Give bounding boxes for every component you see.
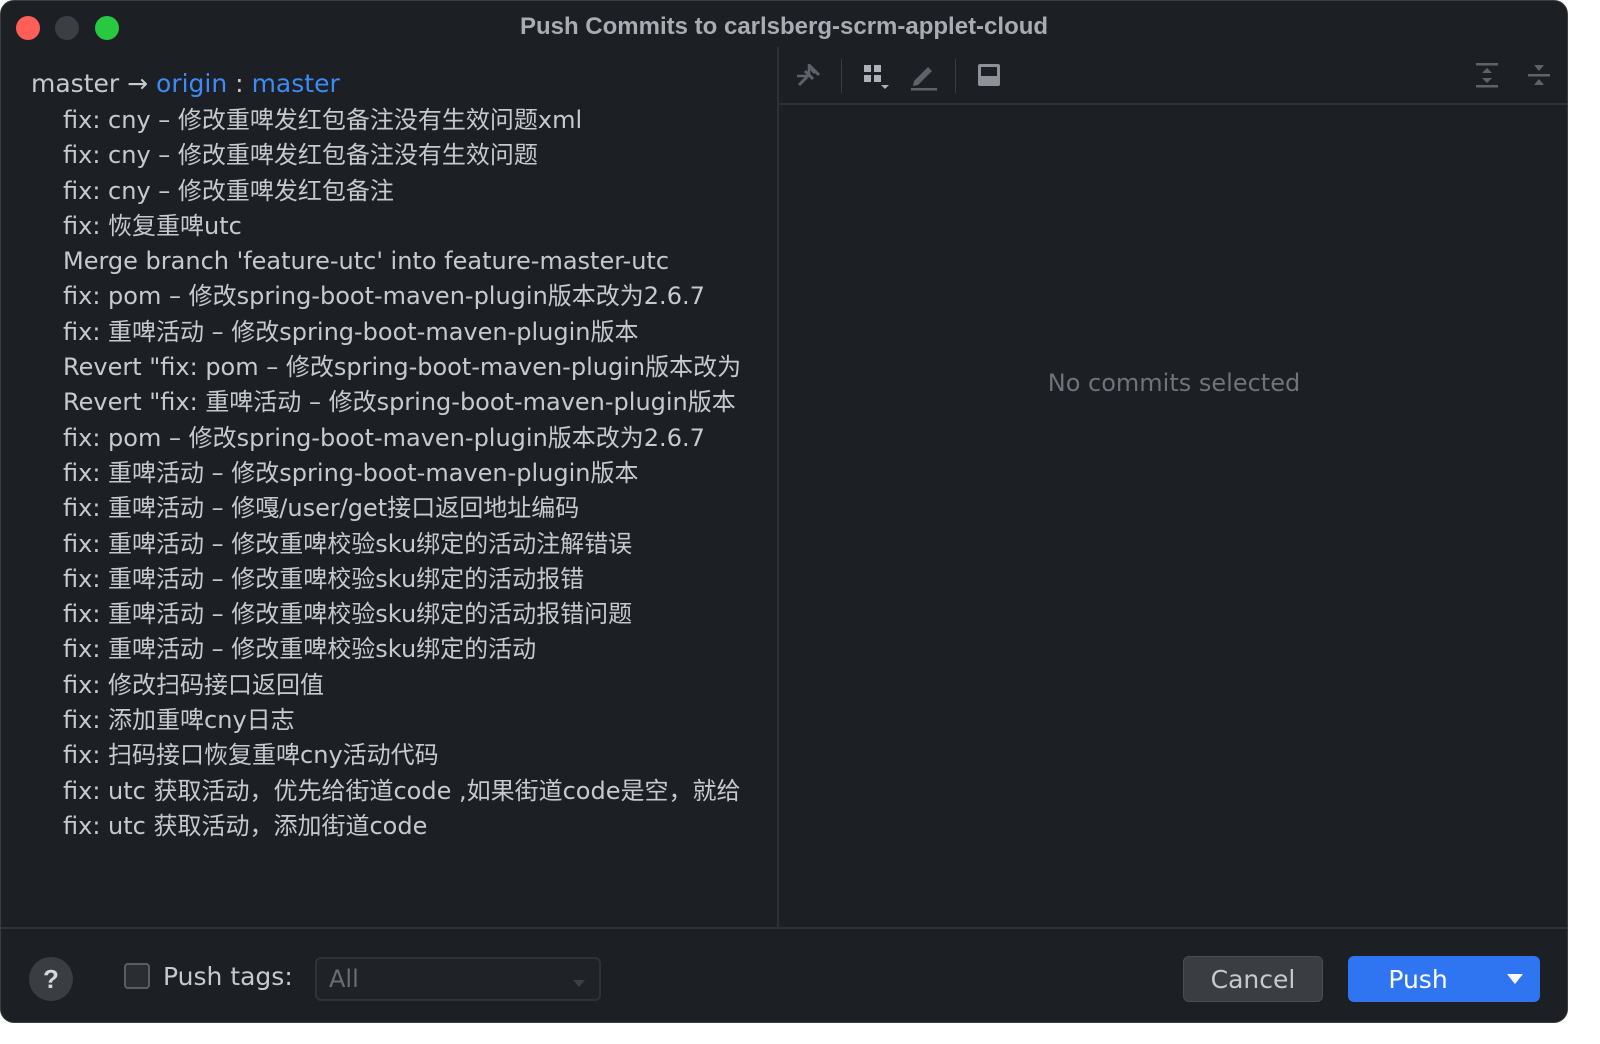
push-tags-label: Push tags: [163,962,293,991]
commit-item[interactable]: fix: 添加重啤cny日志 [63,703,741,738]
triangle-down-icon [1507,974,1523,984]
commit-item[interactable]: fix: 重啤活动 – 修改重啤校验sku绑定的活动注解错误 [63,527,741,562]
push-commits-dialog: Push Commits to carlsberg-scrm-applet-cl… [0,0,1568,1023]
push-button-label[interactable]: Push [1348,956,1488,1002]
remote-branch-link[interactable]: master [252,69,340,98]
commits-tree-panel: master → origin : master fix: cny – 修改重啤… [1,53,777,927]
commit-item[interactable]: Revert "fix: pom – 修改spring-boot-maven-p… [63,350,741,385]
push-arrow: → [127,69,149,98]
commit-item[interactable]: fix: utc 获取活动，优先给街道code ,如果街道code是空，就给 [63,774,741,809]
group-icon[interactable] [857,57,893,93]
commit-item[interactable]: fix: cny – 修改重啤发红包备注 [63,174,741,209]
chevron-down-icon [571,975,587,994]
expand-all-icon[interactable] [1469,57,1505,93]
commit-item[interactable]: fix: 扫码接口恢复重啤cny活动代码 [63,738,741,773]
details-toolbar [779,47,1567,105]
push-tags-select[interactable]: All [315,957,601,1001]
commit-item[interactable]: fix: cny – 修改重啤发红包备注没有生效问题xml [63,103,741,138]
window-title: Push Commits to carlsberg-scrm-applet-cl… [519,13,1049,40]
commit-item[interactable]: fix: 重啤活动 – 修嘎/user/get接口返回地址编码 [63,491,741,526]
push-tags-checkbox[interactable] [124,963,150,989]
remote-separator: : [235,69,244,98]
commit-item[interactable]: fix: 重啤活动 – 修改重啤校验sku绑定的活动报错问题 [63,597,741,632]
commit-item[interactable]: fix: cny – 修改重啤发红包备注没有生效问题 [63,138,741,173]
toolbar-separator [841,59,842,93]
commit-item[interactable]: fix: pom – 修改spring-boot-maven-plugin版本改… [63,279,741,314]
help-button[interactable]: ? [29,957,73,1001]
commit-item[interactable]: fix: pom – 修改spring-boot-maven-plugin版本改… [63,421,741,456]
remote-name-link[interactable]: origin [156,69,227,98]
edit-icon[interactable] [905,57,941,93]
commit-item[interactable]: Revert "fix: 重啤活动 – 修改spring-boot-maven-… [63,385,741,420]
pin-icon[interactable] [791,57,827,93]
dialog-footer: ? Push tags: All Cancel Push [1,927,1567,1022]
commit-item[interactable]: fix: 恢复重啤utc [63,209,741,244]
push-options-dropdown[interactable] [1490,956,1540,1002]
preview-icon[interactable] [971,57,1007,93]
push-button[interactable]: Push [1348,956,1540,1002]
commit-details-panel: No commits selected [779,47,1567,927]
toolbar-separator [955,59,956,93]
commit-list: fix: cny – 修改重啤发红包备注没有生效问题xml fix: cny – … [63,103,741,844]
branch-mapping-row[interactable]: master → origin : master [31,69,340,98]
no-commits-message: No commits selected [1047,369,1301,397]
commit-item[interactable]: fix: 重啤活动 – 修改重啤校验sku绑定的活动报错 [63,562,741,597]
title-bar: Push Commits to carlsberg-scrm-applet-cl… [1,1,1567,53]
commit-item[interactable]: Merge branch 'feature-utc' into feature-… [63,244,741,279]
commit-item[interactable]: fix: utc 获取活动，添加街道code [63,809,741,844]
commit-item[interactable]: fix: 修改扫码接口返回值 [63,668,741,703]
collapse-all-icon[interactable] [1521,57,1557,93]
commit-item[interactable]: fix: 重啤活动 – 修改重啤校验sku绑定的活动 [63,632,741,667]
push-tags-select-value: All [329,965,359,993]
commit-item[interactable]: fix: 重啤活动 – 修改spring-boot-maven-plugin版本 [63,456,741,491]
local-branch: master [31,69,120,98]
commit-item[interactable]: fix: 重啤活动 – 修改spring-boot-maven-plugin版本 [63,315,741,350]
cancel-button[interactable]: Cancel [1183,956,1323,1002]
